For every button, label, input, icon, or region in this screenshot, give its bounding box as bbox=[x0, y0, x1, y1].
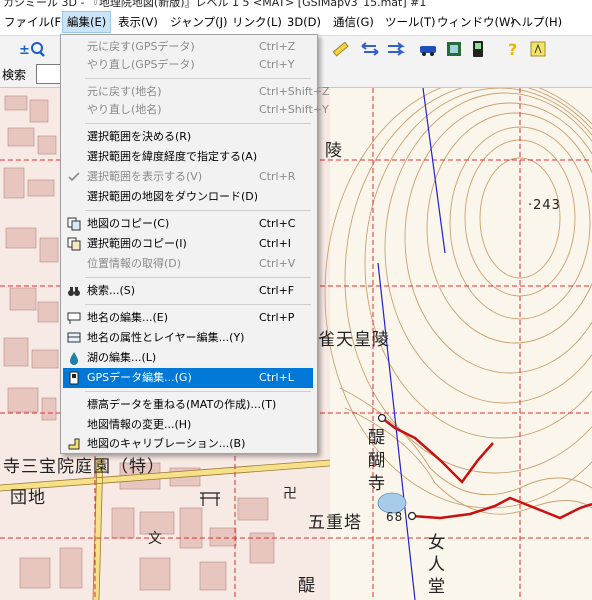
map-label: 醍 bbox=[298, 576, 316, 596]
car-icon[interactable] bbox=[418, 39, 438, 59]
menu-separator bbox=[85, 123, 311, 124]
zoom-search-icon[interactable]: ± bbox=[16, 39, 50, 59]
menu-item-undo-place[interactable]: 元に戻す(地名) Ctrl+Shift+Z bbox=[63, 82, 330, 102]
menu-link[interactable]: リンク(L) bbox=[228, 12, 286, 32]
menu-item-undo-gps[interactable]: 元に戻す(GPSデータ) Ctrl+Z bbox=[63, 37, 313, 57]
binoculars-icon bbox=[68, 287, 80, 296]
menu-help[interactable]: ヘルプ(H) bbox=[506, 12, 566, 32]
menu-item-overlay-elevation[interactable]: 標高データを重ねる(MATの作成)...(T) bbox=[63, 395, 313, 415]
spot-height-value: 243 bbox=[533, 198, 561, 213]
menu-item-redo-gps[interactable]: やり直し(GPSデータ) Ctrl+Y bbox=[63, 55, 313, 75]
menu-file[interactable]: ファイル(F) bbox=[0, 12, 70, 32]
menu-3d[interactable]: 3D(D) bbox=[283, 12, 325, 32]
school-symbol: 文 bbox=[148, 531, 163, 547]
menu-item-gps-edit[interactable]: GPSデータ編集...(G) Ctrl+L bbox=[63, 368, 313, 388]
map-label: 雀天皇陵 bbox=[318, 330, 390, 350]
exit-icon[interactable] bbox=[528, 39, 548, 59]
menu-comm[interactable]: 通信(G) bbox=[329, 12, 378, 32]
menu-jump[interactable]: ジャンプ(J) bbox=[166, 12, 231, 32]
map-label: 五重塔 bbox=[308, 513, 362, 533]
menu-item-download-selection[interactable]: 選択範囲の地図をダウンロード(D) bbox=[63, 187, 313, 207]
menu-item-copy-map[interactable]: 地図のコピー(C) Ctrl+C bbox=[63, 214, 313, 234]
menu-item-search[interactable]: 検索...(S) Ctrl+F bbox=[63, 281, 313, 301]
map-label: 醍 bbox=[368, 428, 386, 448]
window-title-bar: カシミール 3D - 『地理院地図(新版)』レベル 1 5 <MAT> [GSI… bbox=[0, 0, 592, 8]
copy-map-icon bbox=[67, 217, 81, 231]
map-label: 醐 bbox=[368, 451, 386, 471]
back-arrow-icon[interactable] bbox=[360, 39, 380, 59]
menu-item-change-map-info[interactable]: 地図情報の変更...(H) bbox=[63, 415, 313, 435]
menu-item-edit-lake[interactable]: 湖の編集...(L) bbox=[63, 348, 313, 368]
edit-menu-dropdown: 元に戻す(GPSデータ) Ctrl+Z やり直し(GPSデータ) Ctrl+Y 元に… bbox=[60, 34, 330, 454]
menu-item-set-selection[interactable]: 選択範囲を決める(R) bbox=[63, 127, 313, 147]
map-label: 陵 bbox=[325, 141, 343, 161]
menu-item-show-selection[interactable]: 選択範囲を表示する(V) Ctrl+R bbox=[63, 167, 313, 187]
menu-separator bbox=[85, 210, 311, 211]
svg-text:±: ± bbox=[19, 43, 30, 58]
search-label: 検索 bbox=[2, 68, 27, 82]
menu-item-get-location[interactable]: 位置情報の取得(D) Ctrl+V bbox=[63, 254, 313, 274]
menu-separator bbox=[85, 304, 311, 305]
svg-text:?: ? bbox=[508, 40, 517, 58]
menu-view[interactable]: 表示(V) bbox=[114, 12, 162, 32]
gps-device-icon[interactable] bbox=[468, 39, 488, 59]
menu-item-redo-place[interactable]: やり直し(地名) Ctrl+Shift+Y bbox=[63, 100, 329, 120]
copy-selection-icon bbox=[67, 237, 81, 251]
spot-height: ·243 bbox=[528, 198, 561, 213]
checkmark-icon bbox=[68, 172, 80, 182]
film-icon[interactable] bbox=[444, 39, 464, 59]
menu-separator bbox=[85, 78, 311, 79]
menu-item-edit-place-name[interactable]: 地名の編集...(E) Ctrl+P bbox=[63, 308, 313, 328]
temple-symbol: 卍 bbox=[283, 486, 298, 502]
map-label: 寺三宝院庭園（特） bbox=[3, 457, 165, 477]
menu-bar: ファイル(F) 編集(E) 表示(V) ジャンプ(J) リンク(L) 3D(D)… bbox=[0, 8, 592, 36]
gps-icon bbox=[69, 371, 79, 385]
place-name-icon bbox=[67, 312, 81, 324]
menu-edit[interactable]: 編集(E) bbox=[62, 11, 112, 33]
lake-icon bbox=[70, 352, 78, 365]
calibration-icon bbox=[68, 438, 80, 450]
menu-tools[interactable]: ツール(T) bbox=[381, 12, 440, 32]
menu-item-copy-selection[interactable]: 選択範囲のコピー(I) Ctrl+I bbox=[63, 234, 313, 254]
window-title: カシミール 3D - 『地理院地図(新版)』レベル 1 5 <MAT> [GSI… bbox=[3, 0, 427, 8]
help-question-icon[interactable]: ? bbox=[504, 39, 524, 59]
menu-item-edit-place-attr[interactable]: 地名の属性とレイヤー編集...(Y) bbox=[63, 328, 313, 348]
spot-height-value: 68 bbox=[386, 510, 404, 524]
map-label: 団地 bbox=[10, 488, 46, 508]
layer-icon bbox=[67, 332, 81, 343]
ruler-icon[interactable] bbox=[330, 39, 350, 59]
menu-item-set-selection-latlon[interactable]: 選択範囲を緯度経度で指定する(A) bbox=[63, 147, 313, 167]
menu-separator bbox=[85, 277, 311, 278]
menu-item-calibration[interactable]: 地図のキャリブレーション...(B) bbox=[63, 435, 313, 453]
map-label: 堂 bbox=[428, 577, 446, 597]
map-label: 寺 bbox=[368, 474, 386, 494]
spot-height: 68 bbox=[386, 510, 403, 524]
forward-arrow-icon[interactable] bbox=[386, 39, 406, 59]
menu-separator bbox=[85, 391, 311, 392]
